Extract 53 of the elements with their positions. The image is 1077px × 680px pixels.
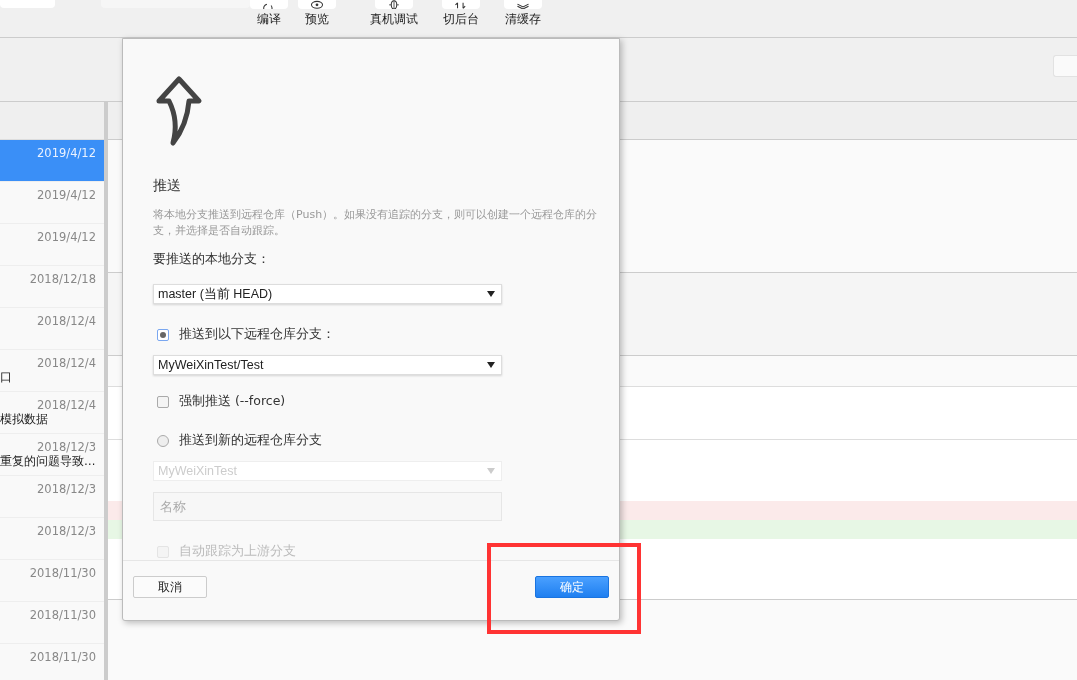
commit-message: 重复的问题导致… — [0, 454, 96, 469]
checkbox-label: 自动跟踪为上游分支 — [179, 543, 296, 560]
commit-date: 2018/11/30 — [29, 608, 96, 622]
ok-button[interactable]: 确定 — [535, 576, 609, 598]
commit-date: 2018/11/30 — [29, 650, 96, 664]
commit-row[interactable]: 2018/12/3 — [0, 518, 104, 560]
commit-date: 2018/12/4 — [37, 356, 96, 370]
radio-button[interactable] — [157, 328, 169, 341]
toolbar-button[interactable]: 真机调试 — [370, 0, 418, 37]
commit-date: 2018/12/18 — [29, 272, 96, 286]
toolbar-button[interactable]: 预览 — [298, 0, 336, 37]
commit-date: 2019/4/12 — [37, 188, 96, 202]
commit-date: 2019/4/12 — [37, 230, 96, 244]
radio-button[interactable] — [157, 434, 169, 447]
dropdown-arrow-icon — [487, 362, 495, 368]
commit-row[interactable]: 2018/12/4 模拟数据 — [0, 392, 104, 434]
commit-row[interactable]: 2019/4/12 — [0, 140, 104, 182]
remote-branch-dropdown[interactable]: MyWeiXinTest/Test — [153, 355, 502, 375]
commit-row[interactable]: 2019/4/12 — [0, 224, 104, 266]
checkbox-label: 强制推送 (--force) — [179, 393, 286, 410]
option-label: 推送到新的远程仓库分支 — [179, 432, 322, 449]
commit-row[interactable]: 2018/12/3 重复的问题导致… — [0, 434, 104, 476]
commit-date: 2018/12/3 — [37, 482, 96, 496]
eye-icon — [308, 0, 326, 9]
dialog-title: 推送 — [153, 177, 182, 195]
dialog-description: 将本地分支推送到远程仓库（Push）。如果没有追踪的分支，则可以创建一个远程仓库的分支，并选择是否自动跟踪。 — [153, 207, 599, 239]
toolbar-button[interactable]: 清缓存 — [504, 0, 542, 37]
commit-date: 2018/12/3 — [37, 524, 96, 538]
cancel-button[interactable]: 取消 — [133, 576, 207, 598]
dropdown-arrow-icon — [487, 468, 495, 474]
commit-row[interactable]: 2018/11/30 — [0, 602, 104, 644]
commit-message: 模拟数据 — [0, 412, 48, 427]
dropdown-arrow-icon — [487, 291, 495, 297]
commit-message: 口 — [0, 370, 12, 385]
branch-dropdown[interactable]: master (当前 HEAD) — [153, 284, 502, 304]
commit-date: 2018/12/4 — [37, 314, 96, 328]
commit-row[interactable]: 2018/12/18 — [0, 266, 104, 308]
commit-row[interactable]: 2018/12/3 — [0, 476, 104, 518]
commit-date: 2018/12/3 — [37, 440, 96, 454]
commit-date: 2019/4/12 — [37, 146, 96, 160]
checkbox[interactable] — [157, 395, 169, 408]
toolbar-button[interactable]: 切后台 — [442, 0, 480, 37]
field-label: 要推送的本地分支： — [153, 251, 271, 268]
option-label: 推送到以下远程仓库分支： — [179, 326, 335, 343]
commit-row[interactable]: 2018/12/4 — [0, 308, 104, 350]
commit-row[interactable]: 2018/12/4 口 — [0, 350, 104, 392]
commit-row[interactable]: 2019/4/12 — [0, 182, 104, 224]
toolbar-button[interactable]: 编译 — [250, 0, 288, 37]
side-button[interactable] — [1053, 54, 1077, 77]
commit-row[interactable]: 2018/11/30 — [0, 560, 104, 602]
commit-row[interactable]: 2018/11/30 — [0, 644, 104, 680]
commit-date: 2018/11/30 — [29, 566, 96, 580]
commit-date: 2018/12/4 — [37, 398, 96, 412]
